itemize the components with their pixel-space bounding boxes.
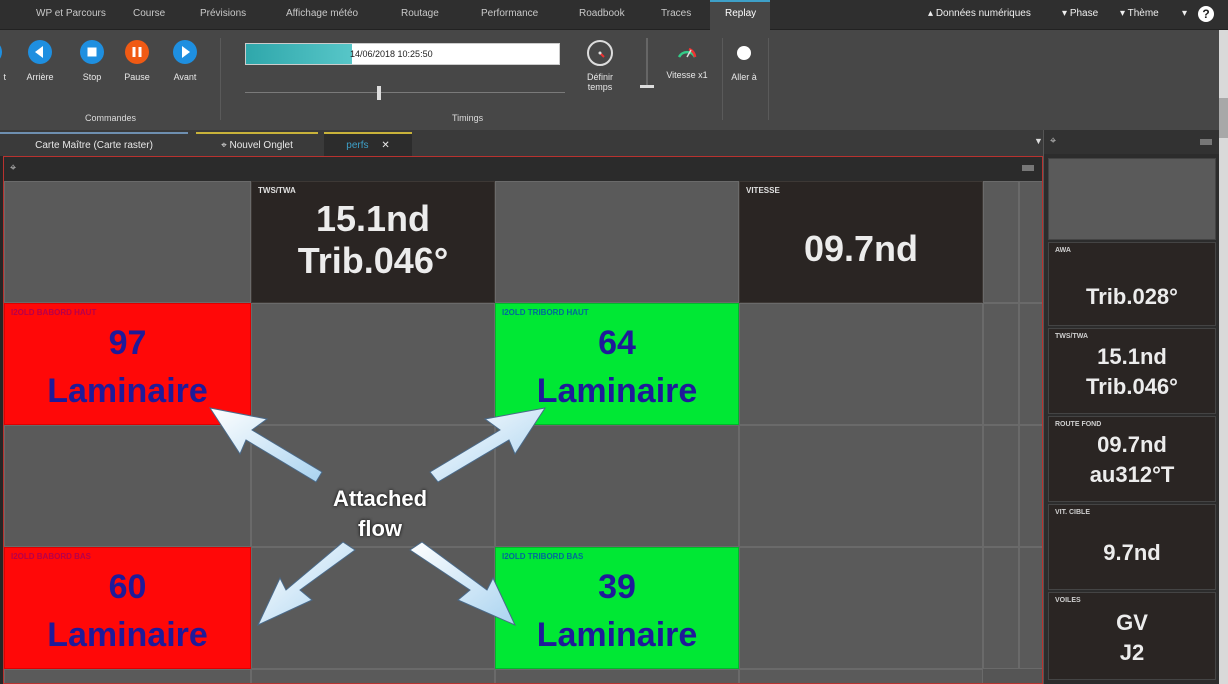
attached-flow-annotation: Attached flow bbox=[332, 486, 428, 541]
timing-slider-thumb[interactable] bbox=[377, 86, 381, 100]
empty-cell bbox=[739, 669, 983, 683]
chevron-down-icon: ▾ bbox=[1182, 8, 1188, 19]
panel-header: ⌖ bbox=[4, 157, 1042, 181]
menu-bar: WP et Parcours Course Prévisions Afficha… bbox=[0, 0, 1228, 31]
empty-cell bbox=[495, 669, 739, 683]
empty-cell bbox=[495, 425, 739, 547]
tile-tws-twa[interactable]: TWS/TWA 15.1nd Trib.046° bbox=[251, 181, 495, 303]
empty-cell bbox=[1019, 181, 1042, 303]
empty-cell bbox=[1019, 303, 1042, 425]
tile-baboard-bas[interactable]: I2OLD BABORD BAS 60 Laminaire bbox=[4, 547, 251, 669]
chevron-up-icon: ▴ bbox=[928, 8, 936, 19]
pause-icon bbox=[125, 40, 149, 64]
empty-cell bbox=[983, 181, 1019, 303]
side-tile-route-fond[interactable]: ROUTE FOND 09.7nd au312°T bbox=[1048, 416, 1216, 502]
menu-item-roadbook[interactable]: Roadbook bbox=[579, 8, 625, 19]
menu-extra-chevron[interactable]: ▾ bbox=[1182, 8, 1187, 19]
side-panel: ⌖ AWA Trib.028° TWS/TWA 15.1nd Trib.046°… bbox=[1043, 130, 1220, 684]
close-icon[interactable]: ✕ bbox=[381, 140, 389, 151]
vitesse-button[interactable]: Vitesse x1 bbox=[665, 38, 709, 80]
ribbon-separator bbox=[768, 38, 769, 120]
first-icon bbox=[0, 40, 2, 64]
clock-icon bbox=[587, 40, 613, 66]
empty-cell bbox=[983, 303, 1019, 425]
speedometer-icon bbox=[675, 40, 699, 64]
empty-cell bbox=[495, 181, 739, 303]
empty-cell bbox=[983, 425, 1019, 547]
fader-thumb[interactable] bbox=[640, 85, 654, 88]
empty-cell bbox=[251, 303, 495, 425]
pin-icon[interactable]: ⌖ bbox=[1050, 135, 1056, 148]
side-tile-voiles[interactable]: VOILES GV J2 bbox=[1048, 592, 1216, 680]
timing-slider-track[interactable] bbox=[245, 92, 565, 93]
app-window: WP et Parcours Course Prévisions Afficha… bbox=[0, 0, 1228, 684]
time-progress-fill bbox=[246, 44, 353, 64]
group-label-timings: Timings bbox=[452, 113, 484, 123]
time-progress-bar[interactable]: 14/06/2018 10:25:50 bbox=[245, 43, 560, 65]
side-tile-vit-cible[interactable]: VIT. CIBLE 9.7nd bbox=[1048, 504, 1216, 590]
empty-cell bbox=[1019, 425, 1042, 547]
instrument-grid: TWS/TWA 15.1nd Trib.046° VITESSE 09.7nd … bbox=[4, 181, 1042, 683]
aller-a-button[interactable]: Aller à bbox=[722, 38, 766, 82]
menu-item-performance[interactable]: Performance bbox=[481, 8, 538, 19]
tile-tribord-bas[interactable]: I2OLD TRIBORD BAS 39 Laminaire bbox=[495, 547, 739, 669]
empty-cell bbox=[983, 547, 1019, 669]
stop-icon bbox=[80, 40, 104, 64]
scrollbar-thumb[interactable] bbox=[1219, 98, 1228, 138]
arriere-button[interactable]: Arrière bbox=[20, 38, 60, 82]
empty-cell bbox=[4, 181, 251, 303]
help-icon[interactable]: ? bbox=[1198, 6, 1214, 22]
ribbon: t Arrière Stop Pause Avant Commandes 14/… bbox=[0, 30, 1228, 130]
current-time: 14/06/2018 10:25:50 bbox=[350, 49, 433, 59]
side-panel-header: ⌖ bbox=[1044, 130, 1220, 154]
definir-temps-button[interactable]: Définir temps bbox=[578, 38, 622, 92]
pause-button[interactable]: Pause bbox=[117, 38, 157, 82]
menu-donnees-numeriques[interactable]: ▴ Données numériques bbox=[928, 8, 1031, 19]
tile-tribord-haut[interactable]: I2OLD TRIBORD HAUT 64 Laminaire bbox=[495, 303, 739, 425]
empty-cell bbox=[739, 547, 983, 669]
menu-item-affichage-meteo[interactable]: Affichage météo bbox=[286, 8, 358, 19]
side-tile-tws-twa[interactable]: TWS/TWA 15.1nd Trib.046° bbox=[1048, 328, 1216, 414]
tab-perfs[interactable]: perfs ✕ bbox=[324, 132, 412, 156]
tab-dropdown-icon[interactable]: ▼ bbox=[1034, 136, 1043, 146]
rewind-icon bbox=[28, 40, 52, 64]
menu-theme[interactable]: ▾ Thème bbox=[1120, 8, 1159, 19]
menu-phase[interactable]: ▾ Phase bbox=[1062, 8, 1098, 19]
tile-vitesse[interactable]: VITESSE 09.7nd bbox=[739, 181, 983, 303]
speed-fader[interactable] bbox=[638, 38, 656, 88]
minimize-icon[interactable] bbox=[1200, 139, 1212, 145]
side-tile-awa[interactable]: AWA Trib.028° bbox=[1048, 242, 1216, 326]
empty-cell bbox=[1019, 547, 1042, 669]
empty-cell bbox=[251, 547, 495, 669]
chevron-down-icon: ▾ bbox=[1120, 8, 1128, 19]
tab-carte-maitre[interactable]: Carte Maître (Carte raster) bbox=[0, 132, 188, 156]
pin-icon: ⌖ bbox=[221, 140, 230, 151]
perfs-panel: ⌖ TWS/TWA 15.1nd Trib.046° VITESSE 09.7n… bbox=[3, 156, 1043, 684]
empty-cell bbox=[739, 303, 983, 425]
empty-cell bbox=[251, 669, 495, 683]
stop-button[interactable]: Stop bbox=[72, 38, 112, 82]
menu-item-course[interactable]: Course bbox=[133, 8, 165, 19]
pin-icon[interactable]: ⌖ bbox=[10, 162, 16, 175]
menu-item-replay[interactable]: Replay bbox=[725, 8, 756, 19]
menu-item-traces[interactable]: Traces bbox=[661, 8, 691, 19]
minimize-icon[interactable] bbox=[1022, 165, 1034, 171]
avant-button[interactable]: Avant bbox=[165, 38, 205, 82]
group-label-commandes: Commandes bbox=[85, 113, 137, 123]
play-icon bbox=[173, 40, 197, 64]
menu-item-wp-parcours[interactable]: WP et Parcours bbox=[36, 8, 106, 19]
ribbon-separator bbox=[220, 38, 221, 120]
tab-nouvel-onglet[interactable]: ⌖ Nouvel Onglet bbox=[196, 132, 318, 156]
tile-baboard-haut[interactable]: I2OLD BABORD HAUT 97 Laminaire bbox=[4, 303, 251, 425]
record-icon bbox=[737, 46, 751, 60]
first-button[interactable]: t bbox=[0, 38, 10, 82]
empty-cell bbox=[739, 425, 983, 547]
empty-side-tile bbox=[1048, 158, 1216, 240]
menu-item-previsions[interactable]: Prévisions bbox=[200, 8, 246, 19]
chevron-down-icon: ▾ bbox=[1062, 8, 1070, 19]
empty-cell bbox=[4, 425, 251, 547]
empty-cell bbox=[4, 669, 251, 683]
menu-item-routage[interactable]: Routage bbox=[401, 8, 439, 19]
